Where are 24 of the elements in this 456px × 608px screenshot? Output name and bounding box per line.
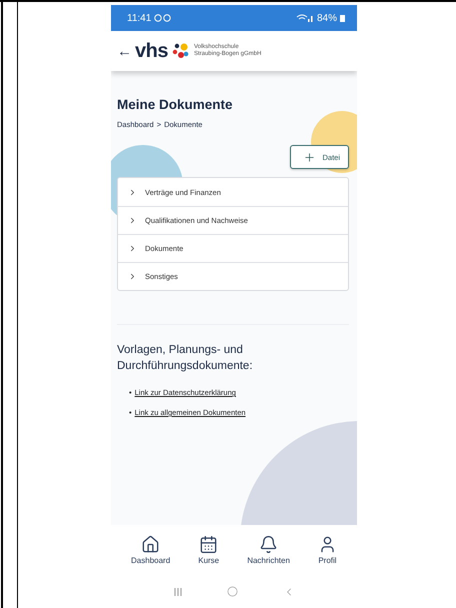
chevron-right-icon bbox=[128, 272, 137, 281]
chat-icon bbox=[154, 14, 172, 22]
bell-icon bbox=[259, 535, 278, 554]
logo-text: vhs bbox=[135, 40, 168, 62]
nav-tab[interactable]: Profil bbox=[318, 535, 337, 565]
home-button-icon[interactable] bbox=[227, 586, 238, 597]
logo-dots-icon bbox=[170, 43, 189, 59]
signal-icon bbox=[296, 14, 314, 22]
plus-icon bbox=[303, 150, 316, 164]
battery-percent: 84% bbox=[316, 12, 337, 24]
home-icon bbox=[141, 535, 160, 554]
back-arrow[interactable]: ← bbox=[117, 42, 132, 60]
nav-tab[interactable]: Dashboard bbox=[131, 535, 170, 565]
page-title: Meine Dokumente bbox=[117, 97, 234, 112]
nav-tab[interactable]: Nachrichten bbox=[247, 535, 290, 565]
chevron-right-icon bbox=[128, 244, 137, 253]
chevron-right-icon bbox=[128, 216, 137, 225]
chevron-right-icon bbox=[128, 188, 137, 196]
recent-apps-icon[interactable] bbox=[173, 586, 184, 596]
nav-tab[interactable]: Kurse bbox=[198, 535, 220, 565]
section-heading: Vorlagen, Planungs- und Durchführungsdokumente: bbox=[117, 343, 254, 374]
calendar-icon bbox=[199, 535, 218, 554]
clock-time: 11:41 bbox=[127, 12, 152, 24]
battery-icon bbox=[340, 14, 345, 22]
